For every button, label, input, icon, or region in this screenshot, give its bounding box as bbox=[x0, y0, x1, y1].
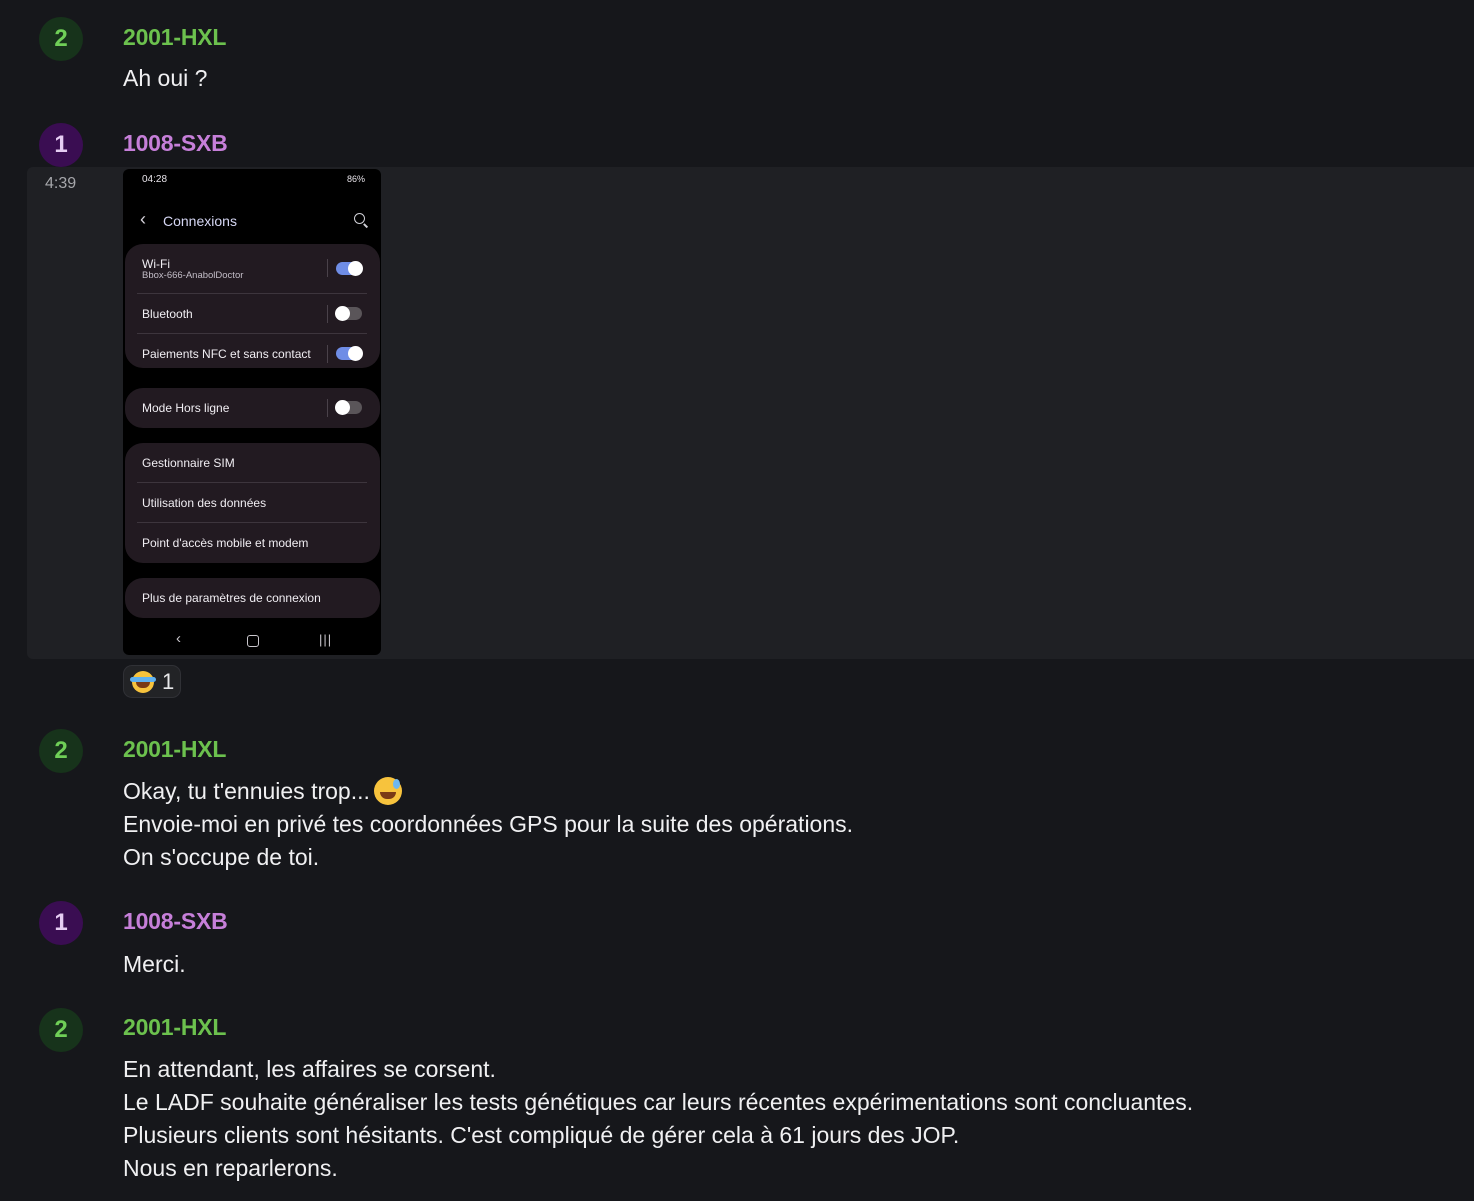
divider bbox=[327, 399, 328, 417]
message-text: Okay, tu t'ennuies trop... Envoie-moi en… bbox=[123, 775, 853, 874]
message-text: Ah oui ? bbox=[123, 62, 207, 95]
setting-sim-manager: Gestionnaire SIM bbox=[142, 456, 235, 470]
nav-back-icon: ‹ bbox=[176, 630, 181, 647]
author-name[interactable]: 2001-HXL bbox=[123, 1014, 226, 1041]
divider bbox=[327, 259, 328, 277]
avatar[interactable]: 2 bbox=[39, 1008, 83, 1052]
grinning-sweat-emoji-icon bbox=[373, 777, 402, 805]
divider bbox=[137, 522, 367, 523]
toggle-icon bbox=[336, 261, 363, 276]
settings-card: Wi-Fi Bbox-666-AnabolDoctor Bluetooth Pa… bbox=[125, 244, 380, 368]
message-line: Okay, tu t'ennuies trop... bbox=[123, 775, 853, 808]
avatar[interactable]: 2 bbox=[39, 17, 83, 61]
setting-hotspot: Point d'accès mobile et modem bbox=[142, 536, 309, 550]
back-arrow-icon: ‹ bbox=[140, 209, 146, 229]
message-timestamp: 4:39 bbox=[45, 175, 77, 192]
message-line: Merci. bbox=[123, 951, 186, 977]
settings-card: Mode Hors ligne bbox=[125, 388, 380, 428]
message-text: Merci. bbox=[123, 948, 186, 981]
toggle-icon bbox=[335, 400, 362, 415]
status-bar-time: 04:28 bbox=[142, 174, 168, 185]
message-line-text: Okay, tu t'ennuies trop... bbox=[123, 778, 370, 804]
setting-airplane-mode: Mode Hors ligne bbox=[142, 401, 230, 415]
author-name[interactable]: 2001-HXL bbox=[123, 24, 226, 51]
divider bbox=[137, 333, 367, 334]
avatar[interactable]: 1 bbox=[39, 123, 83, 167]
nav-recent-icon: ||| bbox=[319, 632, 333, 647]
author-name[interactable]: 2001-HXL bbox=[123, 736, 226, 763]
avatar[interactable]: 1 bbox=[39, 901, 83, 945]
settings-card: Gestionnaire SIM Utilisation des données… bbox=[125, 443, 380, 563]
setting-nfc: Paiements NFC et sans contact bbox=[142, 347, 311, 361]
setting-wifi: Wi-Fi bbox=[142, 257, 170, 271]
face-with-tears-of-joy-icon bbox=[130, 670, 156, 693]
reaction-count: 1 bbox=[162, 668, 175, 694]
attached-screenshot-image[interactable]: 04:28 86% ‹ Connexions Wi-Fi Bbox-666-An… bbox=[123, 169, 381, 655]
toggle-icon bbox=[336, 346, 363, 361]
author-name[interactable]: 1008-SXB bbox=[123, 908, 228, 935]
message-line: On s'occupe de toi. bbox=[123, 844, 320, 870]
settings-card: Plus de paramètres de connexion bbox=[125, 578, 380, 618]
message-line: Le LADF souhaite généraliser les tests g… bbox=[123, 1089, 1194, 1115]
avatar[interactable]: 2 bbox=[39, 729, 83, 773]
screen-title: Connexions bbox=[163, 213, 237, 229]
nav-home-icon bbox=[247, 635, 259, 647]
toggle-icon bbox=[335, 306, 362, 321]
author-name[interactable]: 1008-SXB bbox=[123, 130, 228, 157]
divider bbox=[327, 305, 328, 323]
reaction-button[interactable]: 1 bbox=[123, 665, 181, 698]
message-line: Plusieurs clients sont hésitants. C'est … bbox=[123, 1122, 960, 1148]
setting-data-usage: Utilisation des données bbox=[142, 496, 267, 510]
setting-bluetooth: Bluetooth bbox=[142, 307, 193, 321]
message-line: Ah oui ? bbox=[123, 65, 208, 91]
message-text: En attendant, les affaires se corsent. L… bbox=[123, 1053, 1193, 1185]
message-line: Nous en reparlerons. bbox=[123, 1155, 338, 1181]
message-line: En attendant, les affaires se corsent. bbox=[123, 1056, 496, 1082]
search-icon bbox=[354, 213, 365, 224]
divider bbox=[137, 482, 367, 483]
divider bbox=[137, 293, 367, 294]
divider bbox=[327, 345, 328, 363]
setting-more-connections: Plus de paramètres de connexion bbox=[142, 591, 321, 605]
status-bar-battery: 86% bbox=[346, 174, 365, 184]
setting-wifi-network: Bbox-666-AnabolDoctor bbox=[142, 270, 244, 281]
message-line: Envoie-moi en privé tes coordonnées GPS … bbox=[123, 811, 854, 837]
